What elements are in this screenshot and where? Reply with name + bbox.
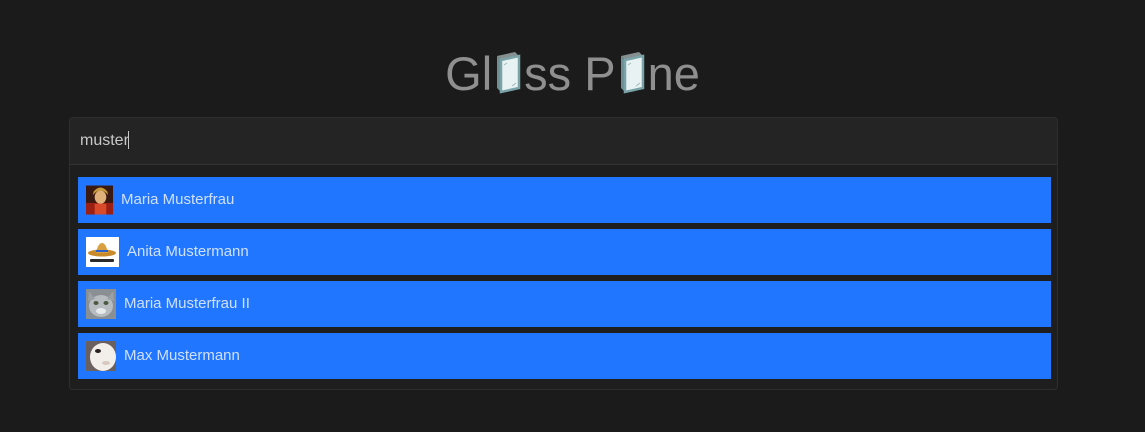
logo-text-middle: ss P	[524, 47, 616, 100]
search-bar	[70, 118, 1057, 165]
search-input[interactable]	[80, 130, 1040, 152]
white-face-avatar	[86, 341, 116, 371]
glass-pane-icon	[620, 52, 644, 94]
logo-text-start: Gl	[445, 47, 493, 100]
result-name: Max Mustermann	[124, 347, 240, 364]
sombrero-avatar	[86, 237, 119, 267]
result-item-maria-musterfrau[interactable]: Maria Musterfrau	[78, 177, 1051, 223]
results-list: Maria Musterfrau Anita Mustermann Maria …	[78, 177, 1051, 379]
portrait-red-avatar	[86, 185, 113, 215]
app-logo: Gl ss P ne	[0, 44, 1145, 104]
result-name: Anita Mustermann	[127, 243, 249, 260]
result-name: Maria Musterfrau II	[124, 295, 250, 312]
result-item-maria-musterfrau-ii[interactable]: Maria Musterfrau II	[78, 281, 1051, 327]
result-name: Maria Musterfrau	[121, 191, 235, 208]
text-caret	[128, 131, 129, 149]
app-page: Gl ss P ne muster Maria Musterfrau Anita…	[0, 0, 1145, 432]
cat-face-avatar	[86, 289, 116, 319]
logo-text-end: ne	[647, 47, 700, 100]
result-item-max-mustermann[interactable]: Max Mustermann	[78, 333, 1051, 379]
search-panel: Maria Musterfrau Anita Mustermann	[69, 117, 1058, 390]
glass-pane-icon	[497, 52, 521, 94]
result-item-anita-mustermann[interactable]: Anita Mustermann	[78, 229, 1051, 275]
